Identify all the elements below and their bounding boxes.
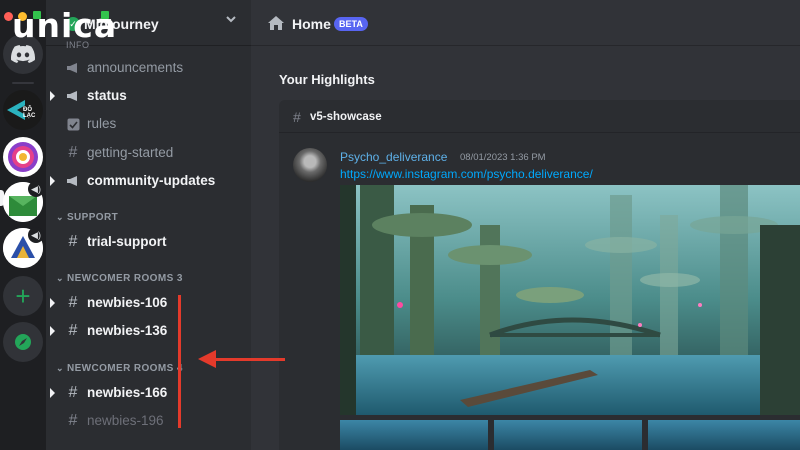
channel-name: getting-started [87, 145, 174, 160]
channel-sidebar: ✓ Midjourney INFO announcements status r… [46, 0, 251, 450]
channel-trial-support[interactable]: # trial-support [46, 229, 251, 255]
message-timestamp: 08/01/2023 1:36 PM [460, 152, 546, 163]
threaded-hash-icon: # [68, 412, 78, 429]
unread-indicator [50, 176, 55, 186]
category-newcomer-rooms-4[interactable]: ⌄ NEWCOMER ROOMS 4 [56, 363, 183, 374]
thumbnail-image[interactable] [340, 420, 488, 450]
message-link[interactable]: https://www.instagram.com/psycho.deliver… [340, 167, 593, 181]
thumbnail-image[interactable] [494, 420, 642, 450]
chevron-down-icon[interactable] [224, 12, 238, 29]
beta-badge: BETA [334, 17, 368, 31]
channel-name: newbies-136 [87, 323, 168, 338]
rail-separator [12, 82, 34, 84]
channel-newbies-166[interactable]: # newbies-166 [46, 380, 251, 406]
channel-newbies-136[interactable]: # newbies-136 [46, 318, 251, 344]
chevron-down-icon: ⌄ [56, 212, 64, 222]
explore-servers-button[interactable] [3, 322, 43, 362]
category-label: SUPPORT [66, 212, 119, 223]
server-rail: ĐÔ LẠC ◀) ◀) + [0, 0, 46, 450]
category-label: NEWCOMER ROOMS 4 [66, 363, 183, 374]
top-bar: Home BETA [251, 0, 800, 46]
category-newcomer-rooms-3[interactable]: ⌄ NEWCOMER ROOMS 3 [56, 273, 183, 284]
attachment-thumbnails [340, 420, 800, 450]
rules-icon [65, 116, 81, 132]
channel-name: trial-support [87, 234, 167, 249]
megaphone-icon [65, 88, 81, 104]
channel-name: rules [87, 116, 117, 131]
hash-icon: # [293, 109, 301, 125]
server-icon-do-lac[interactable]: ĐÔ LẠC [3, 90, 43, 130]
card-header[interactable]: # v5-showcase [279, 100, 800, 133]
channel-name: newbies-166 [87, 385, 168, 400]
attachment-image[interactable] [340, 185, 800, 415]
channel-rules[interactable]: rules [46, 111, 251, 137]
hash-icon: # [68, 233, 78, 250]
annotation-arrow-shaft [213, 358, 285, 361]
chevron-down-icon: ⌄ [56, 363, 64, 373]
annotation-bracket-line [178, 295, 181, 428]
megaphone-icon [65, 173, 81, 189]
channel-getting-started[interactable]: # getting-started [46, 140, 251, 166]
add-server-button[interactable]: + [3, 276, 43, 316]
logo-dot [101, 11, 109, 19]
category-label: NEWCOMER ROOMS 3 [66, 273, 183, 284]
category-support[interactable]: ⌄ SUPPORT [56, 212, 118, 223]
channel-name: status [87, 88, 127, 103]
page-title: Home [292, 16, 331, 32]
channel-newbies-106[interactable]: # newbies-106 [46, 290, 251, 316]
section-title: Your Highlights [279, 72, 375, 87]
channel-newbies-196[interactable]: # newbies-196 [46, 408, 251, 434]
threaded-hash-icon: # [68, 294, 78, 311]
threaded-hash-icon: # [68, 384, 78, 401]
thumbnail-image[interactable] [648, 420, 800, 450]
channel-name: announcements [87, 60, 184, 75]
channel-name: newbies-196 [87, 413, 164, 428]
speaker-icon: ◀) [28, 227, 44, 243]
unread-indicator [50, 388, 55, 398]
megaphone-icon [65, 60, 81, 76]
home-icon [267, 15, 285, 36]
compass-icon [15, 334, 31, 350]
channel-announcements[interactable]: announcements [46, 55, 251, 81]
unread-indicator [50, 326, 55, 336]
avatar[interactable] [293, 148, 327, 182]
unread-indicator [50, 298, 55, 308]
card-channel-name: v5-showcase [310, 111, 382, 123]
channel-community-updates[interactable]: community-updates [46, 168, 251, 194]
channel-name: newbies-106 [87, 295, 168, 310]
server-avatar-icon [8, 142, 38, 172]
fantasy-forest-image [340, 185, 800, 415]
highlight-card[interactable]: # v5-showcase Psycho_deliverance 08/01/2… [279, 100, 800, 450]
plus-icon: + [15, 280, 31, 311]
server-icon-2[interactable] [3, 137, 43, 177]
hash-icon: # [68, 144, 78, 161]
message-author[interactable]: Psycho_deliverance [340, 150, 447, 164]
unread-indicator [50, 91, 55, 101]
channel-name: community-updates [87, 173, 216, 188]
channel-status[interactable]: status [46, 83, 251, 109]
server-label: ĐÔ LẠC [23, 107, 36, 119]
chevron-down-icon: ⌄ [56, 273, 64, 283]
discord-icon [11, 45, 35, 63]
logo-dot [33, 11, 41, 19]
speaker-icon: ◀) [28, 181, 44, 197]
threaded-hash-icon: # [68, 322, 78, 339]
